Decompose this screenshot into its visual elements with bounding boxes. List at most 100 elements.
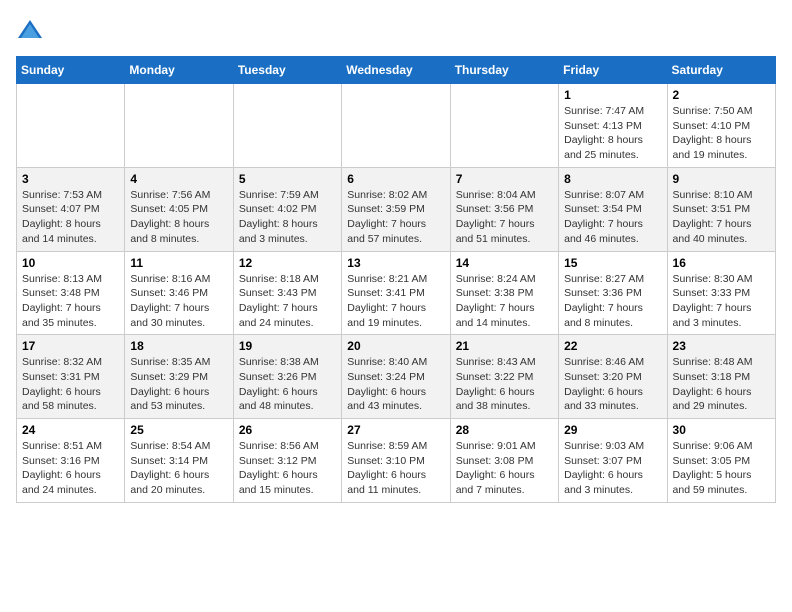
day-info: Sunrise: 8:38 AMSunset: 3:26 PMDaylight:…	[239, 355, 336, 414]
calendar-cell: 28Sunrise: 9:01 AMSunset: 3:08 PMDayligh…	[450, 419, 558, 503]
day-number: 4	[130, 172, 227, 186]
day-info: Sunrise: 8:51 AMSunset: 3:16 PMDaylight:…	[22, 439, 119, 498]
day-number: 29	[564, 423, 661, 437]
calendar-cell: 6 Sunrise: 8:02 AMSunset: 3:59 PMDaylight…	[342, 167, 450, 251]
calendar-row: 1 Sunrise: 7:47 AMSunset: 4:13 PMDaylight…	[17, 84, 776, 168]
calendar-cell: 15 Sunrise: 8:27 AMSunset: 3:36 PMDayligh…	[559, 251, 667, 335]
calendar-cell: 5 Sunrise: 7:59 AMSunset: 4:02 PMDaylight…	[233, 167, 341, 251]
day-info: Sunrise: 8:04 AMSunset: 3:56 PMDaylight:…	[456, 188, 553, 247]
day-number: 14	[456, 256, 553, 270]
day-number: 23	[673, 339, 770, 353]
calendar-cell: 4 Sunrise: 7:56 AMSunset: 4:05 PMDaylight…	[125, 167, 233, 251]
day-info: Sunrise: 8:27 AMSunset: 3:36 PMDaylight:…	[564, 272, 661, 331]
day-info: Sunrise: 8:18 AMSunset: 3:43 PMDaylight:…	[239, 272, 336, 331]
day-info: Sunrise: 7:53 AMSunset: 4:07 PMDaylight:…	[22, 188, 119, 247]
weekday-header: Tuesday	[233, 57, 341, 84]
weekday-header: Wednesday	[342, 57, 450, 84]
day-info: Sunrise: 8:13 AMSunset: 3:48 PMDaylight:…	[22, 272, 119, 331]
weekday-header-row: SundayMondayTuesdayWednesdayThursdayFrid…	[17, 57, 776, 84]
calendar-row: 3 Sunrise: 7:53 AMSunset: 4:07 PMDaylight…	[17, 167, 776, 251]
calendar-cell: 13 Sunrise: 8:21 AMSunset: 3:41 PMDayligh…	[342, 251, 450, 335]
day-number: 17	[22, 339, 119, 353]
weekday-header: Monday	[125, 57, 233, 84]
logo	[16, 16, 48, 44]
day-number: 10	[22, 256, 119, 270]
calendar-cell: 24 Sunrise: 8:51 AMSunset: 3:16 PMDayligh…	[17, 419, 125, 503]
calendar-cell: 25 Sunrise: 8:54 AMSunset: 3:14 PMDayligh…	[125, 419, 233, 503]
calendar-cell: 30 Sunrise: 9:06 AMSunset: 3:05 PMDayligh…	[667, 419, 775, 503]
day-number: 3	[22, 172, 119, 186]
calendar-cell: 3 Sunrise: 7:53 AMSunset: 4:07 PMDaylight…	[17, 167, 125, 251]
day-info: Sunrise: 7:50 AMSunset: 4:10 PMDaylight:…	[673, 104, 770, 163]
day-info: Sunrise: 8:54 AMSunset: 3:14 PMDaylight:…	[130, 439, 227, 498]
day-number: 6	[347, 172, 444, 186]
calendar-cell: 17 Sunrise: 8:32 AMSunset: 3:31 PMDayligh…	[17, 335, 125, 419]
calendar-cell	[233, 84, 341, 168]
calendar-cell	[342, 84, 450, 168]
calendar-cell: 12 Sunrise: 8:18 AMSunset: 3:43 PMDayligh…	[233, 251, 341, 335]
calendar-cell: 29 Sunrise: 9:03 AMSunset: 3:07 PMDayligh…	[559, 419, 667, 503]
day-number: 21	[456, 339, 553, 353]
calendar-cell: 16 Sunrise: 8:30 AMSunset: 3:33 PMDayligh…	[667, 251, 775, 335]
day-info: Sunrise: 8:32 AMSunset: 3:31 PMDaylight:…	[22, 355, 119, 414]
day-number: 12	[239, 256, 336, 270]
day-info: Sunrise: 9:03 AMSunset: 3:07 PMDaylight:…	[564, 439, 661, 498]
day-number: 13	[347, 256, 444, 270]
day-info: Sunrise: 8:02 AMSunset: 3:59 PMDaylight:…	[347, 188, 444, 247]
day-number: 25	[130, 423, 227, 437]
calendar-cell: 23 Sunrise: 8:48 AMSunset: 3:18 PMDayligh…	[667, 335, 775, 419]
calendar-cell: 18 Sunrise: 8:35 AMSunset: 3:29 PMDayligh…	[125, 335, 233, 419]
calendar-cell: 22 Sunrise: 8:46 AMSunset: 3:20 PMDayligh…	[559, 335, 667, 419]
logo-icon	[16, 16, 44, 44]
day-info: Sunrise: 8:21 AMSunset: 3:41 PMDaylight:…	[347, 272, 444, 331]
calendar-cell: 19Sunrise: 8:38 AMSunset: 3:26 PMDayligh…	[233, 335, 341, 419]
calendar-cell: 2 Sunrise: 7:50 AMSunset: 4:10 PMDaylight…	[667, 84, 775, 168]
day-number: 8	[564, 172, 661, 186]
calendar-cell: 10 Sunrise: 8:13 AMSunset: 3:48 PMDayligh…	[17, 251, 125, 335]
day-number: 28	[456, 423, 553, 437]
weekday-header: Thursday	[450, 57, 558, 84]
day-number: 1	[564, 88, 661, 102]
weekday-header: Friday	[559, 57, 667, 84]
day-number: 22	[564, 339, 661, 353]
day-number: 18	[130, 339, 227, 353]
day-number: 24	[22, 423, 119, 437]
calendar-cell: 21Sunrise: 8:43 AMSunset: 3:22 PMDayligh…	[450, 335, 558, 419]
day-info: Sunrise: 8:35 AMSunset: 3:29 PMDaylight:…	[130, 355, 227, 414]
day-info: Sunrise: 8:30 AMSunset: 3:33 PMDaylight:…	[673, 272, 770, 331]
day-number: 16	[673, 256, 770, 270]
day-number: 26	[239, 423, 336, 437]
day-number: 30	[673, 423, 770, 437]
calendar-cell: 9 Sunrise: 8:10 AMSunset: 3:51 PMDaylight…	[667, 167, 775, 251]
day-info: Sunrise: 8:46 AMSunset: 3:20 PMDaylight:…	[564, 355, 661, 414]
calendar-cell	[450, 84, 558, 168]
calendar: SundayMondayTuesdayWednesdayThursdayFrid…	[16, 56, 776, 503]
day-number: 2	[673, 88, 770, 102]
day-info: Sunrise: 8:59 AMSunset: 3:10 PMDaylight:…	[347, 439, 444, 498]
calendar-cell: 26Sunrise: 8:56 AMSunset: 3:12 PMDayligh…	[233, 419, 341, 503]
calendar-cell: 11Sunrise: 8:16 AMSunset: 3:46 PMDayligh…	[125, 251, 233, 335]
day-number: 9	[673, 172, 770, 186]
day-info: Sunrise: 8:10 AMSunset: 3:51 PMDaylight:…	[673, 188, 770, 247]
weekday-header: Saturday	[667, 57, 775, 84]
day-info: Sunrise: 7:59 AMSunset: 4:02 PMDaylight:…	[239, 188, 336, 247]
calendar-row: 17 Sunrise: 8:32 AMSunset: 3:31 PMDayligh…	[17, 335, 776, 419]
day-info: Sunrise: 7:56 AMSunset: 4:05 PMDaylight:…	[130, 188, 227, 247]
day-number: 15	[564, 256, 661, 270]
weekday-header: Sunday	[17, 57, 125, 84]
day-number: 5	[239, 172, 336, 186]
calendar-row: 10 Sunrise: 8:13 AMSunset: 3:48 PMDayligh…	[17, 251, 776, 335]
day-info: Sunrise: 8:24 AMSunset: 3:38 PMDaylight:…	[456, 272, 553, 331]
calendar-row: 24 Sunrise: 8:51 AMSunset: 3:16 PMDayligh…	[17, 419, 776, 503]
day-info: Sunrise: 8:07 AMSunset: 3:54 PMDaylight:…	[564, 188, 661, 247]
calendar-cell: 7 Sunrise: 8:04 AMSunset: 3:56 PMDaylight…	[450, 167, 558, 251]
calendar-cell: 20Sunrise: 8:40 AMSunset: 3:24 PMDayligh…	[342, 335, 450, 419]
day-info: Sunrise: 8:48 AMSunset: 3:18 PMDaylight:…	[673, 355, 770, 414]
day-info: Sunrise: 9:06 AMSunset: 3:05 PMDaylight:…	[673, 439, 770, 498]
day-info: Sunrise: 7:47 AMSunset: 4:13 PMDaylight:…	[564, 104, 661, 163]
calendar-cell: 8 Sunrise: 8:07 AMSunset: 3:54 PMDaylight…	[559, 167, 667, 251]
day-number: 7	[456, 172, 553, 186]
day-number: 27	[347, 423, 444, 437]
day-info: Sunrise: 8:40 AMSunset: 3:24 PMDaylight:…	[347, 355, 444, 414]
header	[16, 16, 776, 44]
